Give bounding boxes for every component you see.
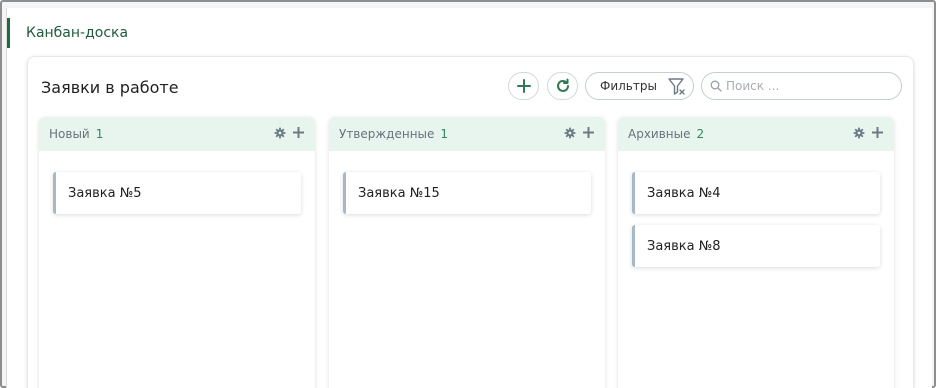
column-new: Новый 1 Заявка №5	[39, 117, 315, 388]
column-count: 1	[95, 127, 104, 141]
add-button[interactable]	[508, 72, 539, 100]
plus-icon[interactable]	[292, 126, 305, 139]
plus-icon[interactable]	[582, 126, 595, 139]
gear-icon[interactable]	[564, 127, 576, 139]
kanban-card[interactable]: Заявка №5	[53, 172, 301, 214]
page: Канбан-доска Заявки в работе Фильтры Пои…	[6, 8, 932, 388]
filter-clear-icon[interactable]	[667, 76, 687, 98]
filter-button[interactable]: Фильтры	[585, 72, 694, 100]
column-archived: Архивные 2 Заявка №4 Заявка №8	[618, 117, 894, 388]
board-title: Заявки в работе	[41, 78, 179, 97]
column-approved: Утвержденные 1 Заявка №15	[329, 117, 605, 388]
page-title: Канбан-доска	[7, 18, 307, 48]
column-header: Архивные 2	[618, 117, 894, 151]
column-count: 1	[440, 127, 449, 141]
column-header: Утвержденные 1	[329, 117, 605, 151]
kanban-card[interactable]: Заявка №4	[632, 172, 880, 214]
search-box[interactable]	[701, 72, 902, 100]
column-header: Новый 1	[39, 117, 315, 151]
gear-icon[interactable]	[853, 127, 865, 139]
kanban-card[interactable]: Заявка №15	[343, 172, 591, 214]
search-input[interactable]	[726, 79, 896, 93]
gear-icon[interactable]	[274, 127, 286, 139]
refresh-button[interactable]	[547, 72, 578, 100]
refresh-icon	[556, 78, 569, 92]
plus-icon[interactable]	[871, 126, 884, 139]
column-count: 2	[696, 127, 705, 141]
kanban-board: Заявки в работе Фильтры Поиск ... Новый …	[27, 56, 914, 388]
window-frame: Канбан-доска Заявки в работе Фильтры Пои…	[0, 0, 936, 388]
column-title: Утвержденные	[339, 127, 435, 141]
filter-label: Фильтры	[600, 79, 657, 93]
column-title: Архивные	[628, 127, 691, 141]
search-icon	[710, 80, 722, 92]
column-title: Новый	[49, 127, 90, 141]
plus-icon	[516, 79, 531, 93]
kanban-card[interactable]: Заявка №8	[632, 225, 880, 267]
